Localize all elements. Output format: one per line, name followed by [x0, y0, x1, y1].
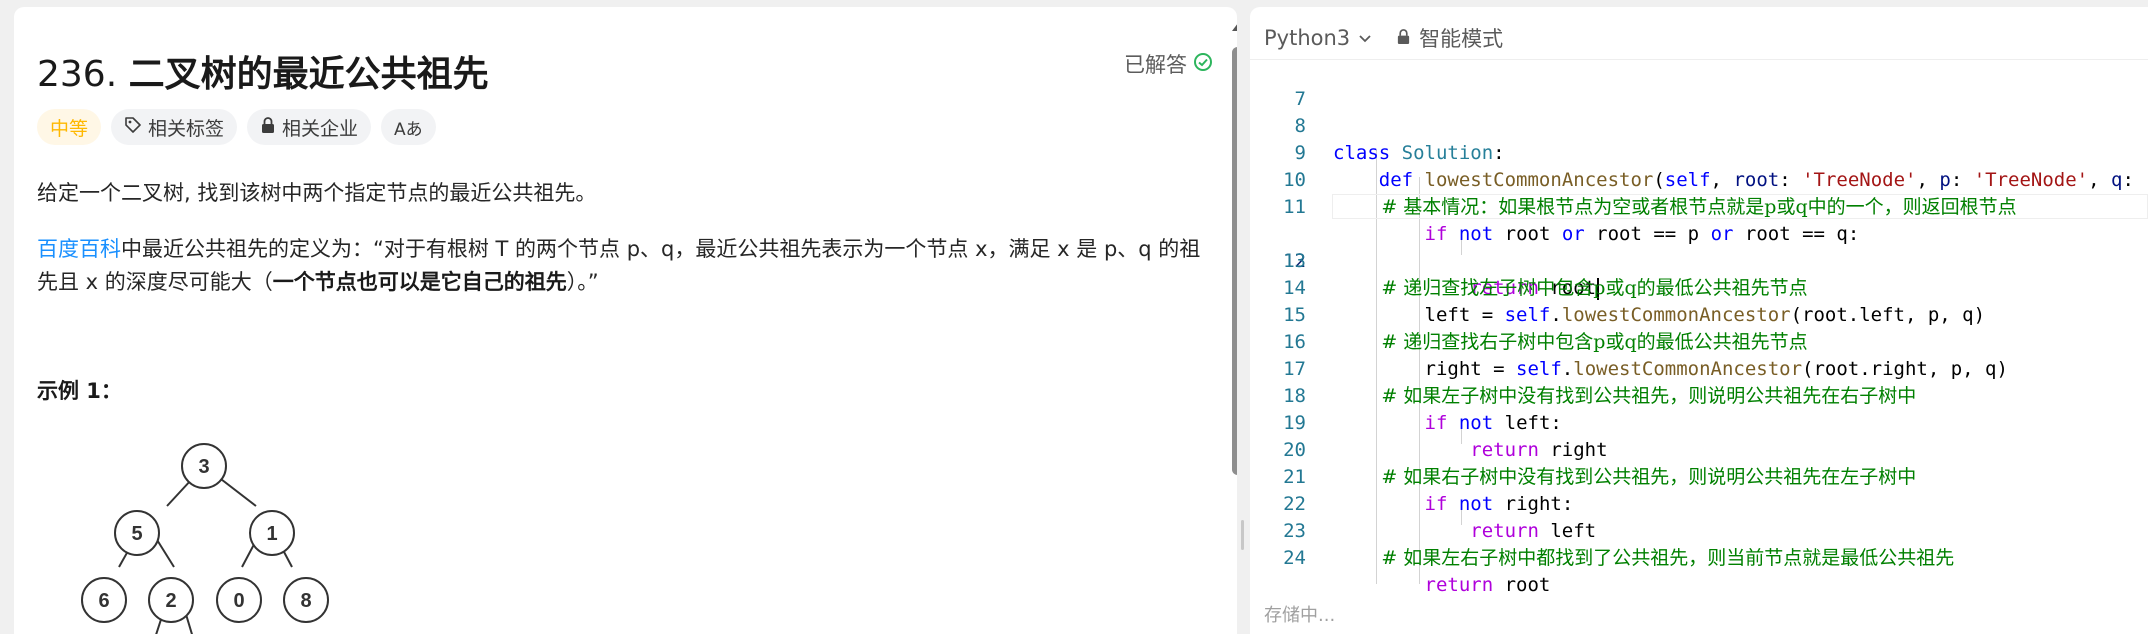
chevron-down-icon [1358, 26, 1372, 50]
code-line: 8 class Solution: [1250, 86, 2148, 164]
code-line: 18 if not left: [1250, 356, 2148, 434]
code-line: 21 if not right: [1250, 437, 2148, 515]
smart-mode-toggle[interactable]: 智能模式 [1396, 23, 1503, 53]
related-companies-label: 相关企业 [282, 117, 359, 140]
save-status: 存储中... [1264, 605, 1336, 626]
language-selector[interactable]: Python3 [1264, 26, 1372, 50]
code-line: 17 # 如果左子树中没有找到公共祖先，则说明公共祖先在右子树中 [1250, 329, 2148, 407]
solved-status: 已解答 [1124, 49, 1213, 79]
panel-resize-handle[interactable] [1241, 520, 1244, 550]
related-topics-label: 相关标签 [148, 117, 225, 140]
code-comment: # 如果左右子树中都找到了公共祖先，则当前节点就是最低公共祖先 [1333, 547, 1955, 569]
translate-button[interactable]: Aあ [381, 109, 436, 145]
code-text: return root [1424, 574, 1551, 596]
binary-tree-diagram: 3 5 1 6 2 0 8 [81, 443, 329, 634]
code-line: 9 def lowestCommonAncestor(self, root: '… [1250, 113, 2148, 191]
problem-number: 236. [37, 54, 118, 95]
description-paragraph-1: 给定一个二叉树, 找到该树中两个指定节点的最近公共祖先。 [37, 181, 597, 205]
scroll-up-arrow-icon[interactable] [1232, 23, 1237, 31]
related-topics-tag[interactable]: 相关标签 [111, 109, 238, 145]
code-line: 20 # 如果右子树中没有找到公共祖先，则说明公共祖先在左子树中 [1250, 410, 2148, 488]
problem-name: 二叉树的最近公共祖先 [128, 54, 489, 95]
editor-toolbar: Python3 智能模式 [1264, 17, 1503, 59]
language-label: Python3 [1264, 26, 1351, 50]
code-line: 11 if not root or root == p or root == q… [1250, 167, 2148, 245]
scrollbar-thumb[interactable] [1232, 47, 1237, 475]
difficulty-label: 中等 [50, 117, 89, 140]
definition-end: ）。” [566, 270, 599, 294]
code-line: 24 return root [1250, 518, 2148, 596]
tree-node-label: 1 [266, 523, 277, 545]
code-editor-panel: Python3 智能模式 7 8 class Solution: 9 def l… [1250, 7, 2148, 634]
line-number: 24 [1283, 547, 1306, 569]
tree-node-label: 0 [233, 590, 244, 612]
translate-icon: Aあ [394, 119, 423, 140]
code-line: 19 return right [1250, 383, 2148, 461]
definition-bold: 一个节点也可以是它自己的祖先 [272, 270, 567, 294]
tree-node-label: 6 [98, 590, 109, 612]
check-circle-icon [1193, 52, 1213, 77]
lock-icon [260, 116, 276, 139]
description-paragraph-2: 百度百科中最近公共祖先的定义为：“对于有根树 T 的两个节点 p、q，最近公共祖… [37, 233, 1207, 299]
code-line: 14 left = self.lowestCommonAncestor(root… [1250, 248, 2148, 326]
solved-status-label: 已解答 [1124, 53, 1187, 77]
code-line: 7 [1250, 59, 2148, 110]
active-line-highlight [1332, 194, 2148, 219]
code-line: 10 # 基本情况：如果根节点为空或者根节点就是p或q中的一个，则返回根节点 [1250, 140, 2148, 218]
code-line: 23 # 如果左右子树中都找到了公共祖先，则当前节点就是最低公共祖先 [1250, 491, 2148, 569]
difficulty-tag[interactable]: 中等 [37, 109, 102, 145]
tree-node-label: 8 [300, 590, 311, 612]
problem-description-panel: 236. 二叉树的最近公共祖先 已解答 中等 相关标签 相关企业 Aあ 给定一个… [14, 7, 1237, 634]
example-title: 示例 1： [37, 379, 122, 403]
baidu-baike-link[interactable]: 百度百科 [37, 237, 121, 261]
lock-icon [1396, 26, 1411, 50]
tag-row: 中等 相关标签 相关企业 Aあ [37, 109, 436, 145]
related-companies-tag[interactable]: 相关企业 [247, 109, 372, 145]
tree-node-label: 3 [198, 456, 209, 478]
tag-icon [124, 116, 142, 139]
code-editor[interactable]: 7 8 class Solution: 9 def lowestCommonAn… [1250, 58, 2148, 596]
code-line: 15 # 递归查找右子树中包含p或q的最低公共祖先节点 [1250, 275, 2148, 353]
code-line-active: 12 return root [1250, 194, 2148, 300]
definition-text: 中最近公共祖先的定义为：“对于有根树 T 的两个节点 p、q，最近公共祖先表示为… [37, 237, 1201, 294]
code-line: 16 right = self.lowestCommonAncestor(roo… [1250, 302, 2148, 380]
description-scrollbar[interactable] [1228, 19, 1237, 634]
code-line: 22 return left [1250, 464, 2148, 542]
smart-mode-label: 智能模式 [1419, 27, 1504, 51]
code-line: 13 # 递归查找左子树中包含p或q的最低公共祖先节点 [1250, 221, 2148, 299]
tree-node-label: 2 [165, 590, 176, 612]
tree-node-label: 5 [131, 523, 142, 545]
problem-title: 236. 二叉树的最近公共祖先 [37, 45, 489, 97]
